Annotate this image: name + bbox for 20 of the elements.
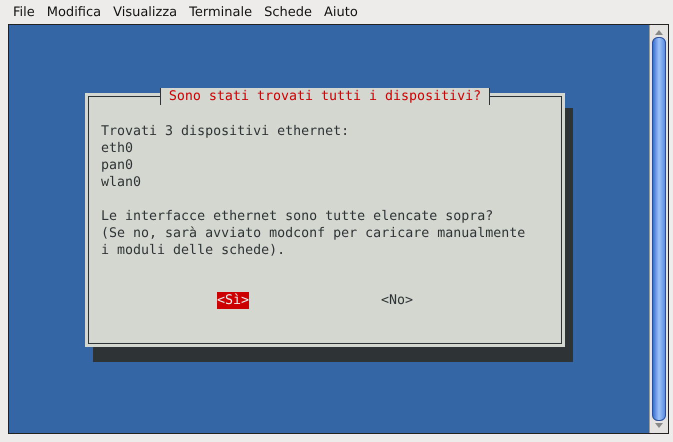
dialog-button[interactable]: <Sì> xyxy=(216,292,250,309)
scrollbar[interactable] xyxy=(649,25,668,433)
menu-item[interactable]: Visualizza xyxy=(108,2,182,22)
up-arrow-icon[interactable] xyxy=(655,29,663,35)
dialog-text: Le interfacce ethernet sono tutte elencate sopra? xyxy=(101,208,494,225)
menu-item[interactable]: Terminale xyxy=(184,2,258,22)
scrollbar-thumb[interactable] xyxy=(652,37,666,421)
dialog-button[interactable]: <No> xyxy=(380,292,414,309)
dialog-text: Trovati 3 dispositivi ethernet: xyxy=(101,123,350,140)
dialog-text: pan0 xyxy=(101,157,134,174)
dialog-title: Sono stati trovati tutti i dispositivi? xyxy=(160,88,490,105)
menu-item[interactable]: Modifica xyxy=(42,2,106,22)
down-arrow-icon[interactable] xyxy=(655,423,663,429)
menu-item[interactable]: Schede xyxy=(259,2,317,22)
dialog-text: wlan0 xyxy=(101,174,142,191)
dialog-text: i moduli delle schede). xyxy=(101,242,286,259)
dialog-text: eth0 xyxy=(101,140,134,157)
dialog-text: (Se no, sarà avviato modconf per caricare manualmente xyxy=(101,225,526,242)
menu-item[interactable]: Aiuto xyxy=(318,2,363,22)
menu-item[interactable]: File xyxy=(8,2,40,22)
